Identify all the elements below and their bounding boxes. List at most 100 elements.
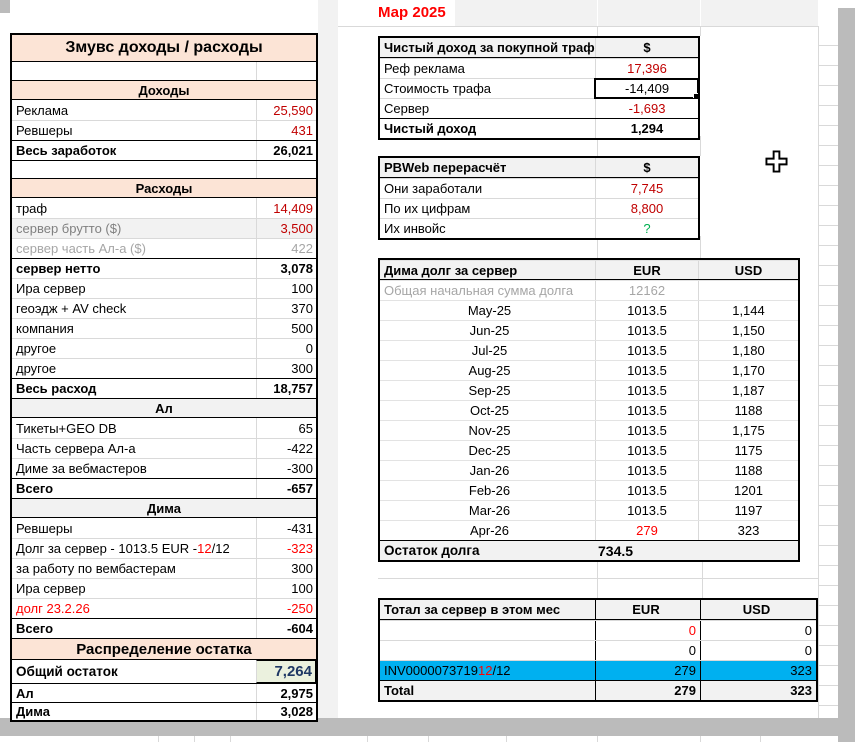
cell-label[interactable]: Ревшеры <box>12 121 256 140</box>
eur-cell[interactable]: 279 <box>595 681 700 700</box>
table-title[interactable]: Дима долг за сервер <box>380 261 595 279</box>
cell-label[interactable]: Общий остаток <box>12 660 256 683</box>
cell-value[interactable]: 14,409 <box>256 198 316 218</box>
usd-cell[interactable]: 1,170 <box>698 361 798 380</box>
cell-label[interactable]: Диме за вебмастеров <box>12 459 256 478</box>
eur-cell[interactable]: 1013.5 <box>595 381 698 400</box>
cell-value[interactable]: -300 <box>256 459 316 478</box>
cell-label[interactable]: Ира сервер <box>12 279 256 298</box>
month-cell[interactable]: Mar-26 <box>380 501 595 520</box>
section-label[interactable]: Ал <box>12 399 316 417</box>
cell-value[interactable]: -431 <box>256 518 316 538</box>
cell-label[interactable]: Дима <box>12 703 256 720</box>
month-title[interactable]: Мар 2025 <box>378 4 446 21</box>
cell-value[interactable]: 8,800 <box>595 199 698 218</box>
month-cell[interactable]: Oct-25 <box>380 401 595 420</box>
total-remainder-cell[interactable]: 7,264 <box>256 660 316 683</box>
cell-label[interactable]: за работу по вембастерам <box>12 559 256 578</box>
usd-cell[interactable]: 1188 <box>698 461 798 480</box>
cell-value[interactable]: 422 <box>256 239 316 258</box>
fill-handle[interactable] <box>693 93 698 98</box>
cell-value[interactable]: 7,745 <box>595 179 698 198</box>
cell-label[interactable] <box>380 621 595 640</box>
cell-value[interactable]: -657 <box>256 479 316 498</box>
cell-label[interactable]: Весь заработок <box>12 141 256 160</box>
cell-value[interactable]: 25,590 <box>256 100 316 120</box>
cell-label[interactable]: сервер брутто ($) <box>12 219 256 238</box>
cell-value[interactable]: 1,294 <box>595 119 698 138</box>
cell-value[interactable]: 17,396 <box>595 59 698 78</box>
usd-cell[interactable]: 1,175 <box>698 421 798 440</box>
usd-cell[interactable]: 323 <box>700 661 816 680</box>
cell-value[interactable]: 734.5 <box>595 541 698 560</box>
cell-value[interactable]: 65 <box>256 418 316 438</box>
usd-cell[interactable]: 0 <box>700 621 816 640</box>
cell-value[interactable]: 100 <box>256 279 316 298</box>
usd-cell[interactable]: 1,180 <box>698 341 798 360</box>
usd-column-header[interactable]: USD <box>700 600 816 619</box>
cell-value[interactable]: -1,693 <box>595 99 698 118</box>
cell-value[interactable]: 100 <box>256 579 316 598</box>
usd-cell[interactable]: 1197 <box>698 501 798 520</box>
eur-cell[interactable]: 1013.5 <box>595 481 698 500</box>
usd-cell[interactable]: 1,144 <box>698 301 798 320</box>
cell-label[interactable]: Часть сервера Ал-а <box>12 439 256 458</box>
table-title[interactable]: Змувс доходы / расходы <box>12 35 316 61</box>
usd-cell[interactable]: 1,187 <box>698 381 798 400</box>
usd-cell[interactable]: 1201 <box>698 481 798 500</box>
cell-value[interactable] <box>256 161 316 178</box>
eur-cell[interactable]: 1013.5 <box>595 341 698 360</box>
cell-value[interactable] <box>698 541 798 560</box>
cell-label[interactable]: компания <box>12 319 256 338</box>
cell-label[interactable]: Остаток долга <box>380 541 595 560</box>
cell-value[interactable]: 370 <box>256 299 316 318</box>
cell-value[interactable]: -422 <box>256 439 316 458</box>
cell-value[interactable]: -323 <box>256 539 316 558</box>
cell-label[interactable]: Стоимость трафа <box>380 79 595 98</box>
month-cell[interactable]: Dec-25 <box>380 441 595 460</box>
cell-value[interactable]: 500 <box>256 319 316 338</box>
eur-column-header[interactable]: EUR <box>595 261 698 279</box>
eur-cell[interactable]: 1013.5 <box>595 321 698 340</box>
month-cell[interactable]: Aug-25 <box>380 361 595 380</box>
cell-label[interactable]: сервер часть Ал-а ($) <box>12 239 256 258</box>
month-cell[interactable]: Jun-25 <box>380 321 595 340</box>
usd-cell[interactable]: 323 <box>698 521 798 540</box>
cell-label[interactable]: Ал <box>12 684 256 702</box>
cell-value[interactable]: 3,500 <box>256 219 316 238</box>
usd-cell[interactable]: 0 <box>700 641 816 660</box>
table-title[interactable]: PBWeb перерасчёт <box>380 158 595 177</box>
section-label[interactable]: Дима <box>12 499 316 517</box>
cell-label[interactable]: другое <box>12 339 256 358</box>
currency-header[interactable]: $ <box>595 38 698 57</box>
eur-cell[interactable]: 0 <box>595 621 700 640</box>
cell-value[interactable] <box>698 281 798 300</box>
month-cell[interactable]: Feb-26 <box>380 481 595 500</box>
cell-value[interactable]: 2,975 <box>256 684 316 702</box>
cell-label[interactable]: Реклама <box>12 100 256 120</box>
month-cell[interactable]: May-25 <box>380 301 595 320</box>
eur-cell[interactable]: 1013.5 <box>595 361 698 380</box>
usd-cell[interactable]: 1188 <box>698 401 798 420</box>
cell-value[interactable]: 18,757 <box>256 379 316 398</box>
eur-cell[interactable]: 1013.5 <box>595 421 698 440</box>
cell-value[interactable] <box>256 62 316 80</box>
cell-label[interactable]: Всего <box>12 479 256 498</box>
month-cell[interactable]: Sep-25 <box>380 381 595 400</box>
cell-label[interactable]: Чистый доход <box>380 119 595 138</box>
usd-cell[interactable]: 323 <box>700 681 816 700</box>
currency-header[interactable]: $ <box>595 158 698 177</box>
eur-cell[interactable]: 1013.5 <box>595 461 698 480</box>
month-cell[interactable]: Apr-26 <box>380 521 595 540</box>
cell-value[interactable]: 12162 <box>595 281 698 300</box>
cell-label[interactable]: сервер нетто <box>12 259 256 278</box>
cell-label[interactable]: INV0000073719 12/12 <box>380 661 595 680</box>
cell-label[interactable]: Ревшеры <box>12 518 256 538</box>
eur-cell[interactable]: 1013.5 <box>595 401 698 420</box>
cell-label[interactable]: Total <box>380 681 595 700</box>
section-label[interactable]: Доходы <box>12 81 316 99</box>
eur-column-header[interactable]: EUR <box>595 600 700 619</box>
cell-value[interactable]: 431 <box>256 121 316 140</box>
cell-label[interactable]: Их инвойс <box>380 219 595 238</box>
table-title[interactable]: Тотал за сервер в этом мес <box>380 600 595 619</box>
